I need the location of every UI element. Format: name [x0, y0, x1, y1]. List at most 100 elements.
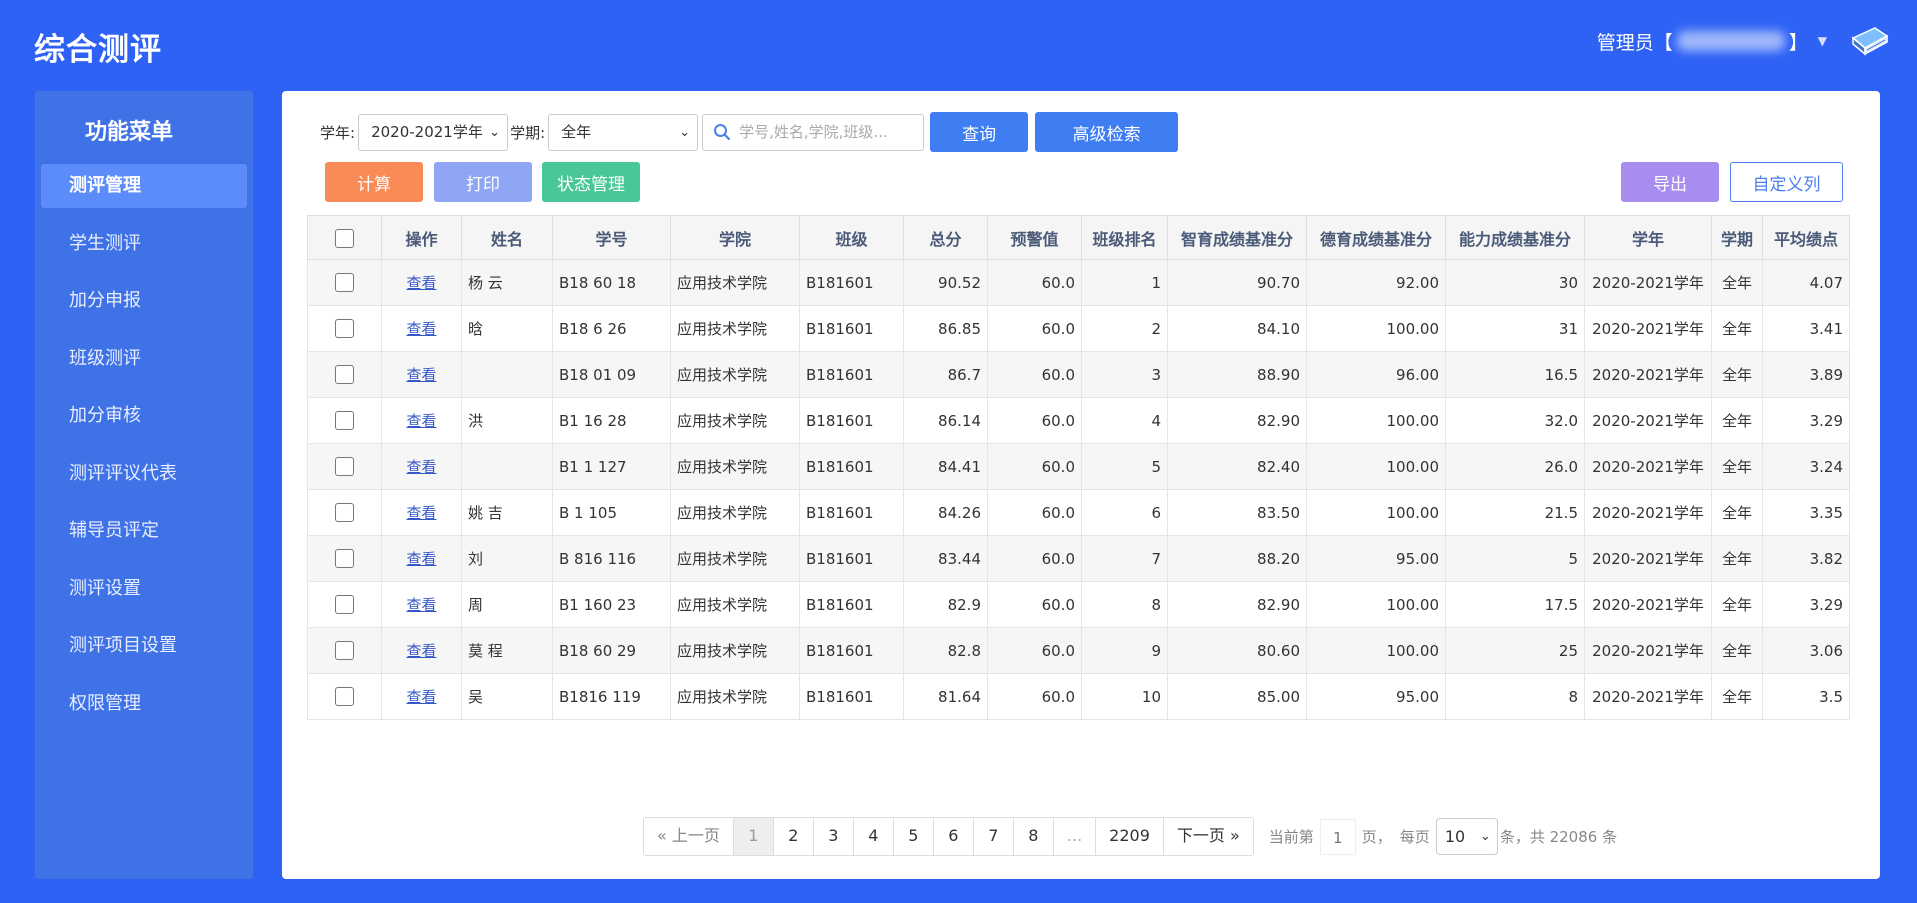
view-link[interactable]: 查看 [406, 412, 436, 430]
table-row: 查看 周 B1 160 23 应用技术学院 B181601 82.9 60.0 8 82.90 1… [307, 581, 1850, 628]
cell-zhiyu: 83.50 [1167, 489, 1307, 536]
sidebar-item-review-representatives[interactable]: 测评评议代表 [41, 452, 247, 496]
cell-total: 82.8 [903, 627, 988, 674]
row-checkbox[interactable] [335, 549, 354, 568]
status-management-button[interactable]: 状态管理 [542, 162, 640, 202]
export-button[interactable]: 导出 [1621, 162, 1719, 202]
cell-total: 86.7 [903, 351, 988, 398]
cell-name: 莫 程 [461, 627, 553, 674]
print-button[interactable]: 打印 [434, 162, 532, 202]
row-checkbox[interactable] [335, 365, 354, 384]
row-checkbox[interactable] [335, 411, 354, 430]
column-header[interactable]: 能力成绩基准分 [1445, 215, 1585, 260]
page-button-3[interactable]: 3 [813, 818, 854, 855]
column-header[interactable]: 班级排名 [1081, 215, 1168, 260]
cell-rank-text: 2 [1151, 319, 1161, 338]
row-checkbox[interactable] [335, 273, 354, 292]
user-menu[interactable]: 管理员【 】 ▼ [1597, 24, 1891, 58]
page-button-5[interactable]: 5 [893, 818, 934, 855]
cell-zhiyu: 88.90 [1167, 351, 1307, 398]
column-header[interactable]: 智育成绩基准分 [1167, 215, 1307, 260]
column-header[interactable]: 预警值 [987, 215, 1082, 260]
cell-name: 周 [461, 581, 553, 628]
column-header[interactable]: 操作 [381, 215, 462, 260]
view-link[interactable]: 查看 [406, 458, 436, 476]
row-checkbox[interactable] [335, 595, 354, 614]
cell-name: 晗 [461, 305, 553, 352]
cell-class: B181601 [799, 489, 904, 536]
cell-warn-text: 60.0 [1041, 411, 1075, 430]
cell-zhiyu: 82.90 [1167, 397, 1307, 444]
sidebar-item-class-evaluation[interactable]: 班级测评 [41, 337, 247, 381]
row-checkbox[interactable] [335, 503, 354, 522]
cell-class-text: B181601 [806, 457, 874, 476]
view-link[interactable]: 查看 [406, 550, 436, 568]
search-input[interactable] [739, 123, 915, 141]
cell-warn-text: 60.0 [1041, 687, 1075, 706]
row-checkbox[interactable] [335, 319, 354, 338]
cell-gpa-text: 3.24 [1809, 457, 1843, 476]
page-size-select[interactable]: 10 ⌄ [1435, 818, 1498, 855]
cell-deyu-text: 96.00 [1396, 365, 1439, 384]
view-link[interactable]: 查看 [406, 596, 436, 614]
sidebar-item-permissions[interactable]: 权限管理 [41, 682, 247, 726]
cell-deyu: 100.00 [1306, 581, 1446, 628]
cell-year-text: 2020-2021学年 [1592, 504, 1704, 522]
cell-action: 查看 [381, 305, 462, 352]
cell-zhiyu: 88.20 [1167, 535, 1307, 582]
row-checkbox[interactable] [335, 687, 354, 706]
column-header[interactable]: 姓名 [461, 215, 553, 260]
calculate-button[interactable]: 计算 [325, 162, 423, 202]
custom-columns-button[interactable]: 自定义列 [1730, 162, 1843, 202]
column-header[interactable]: 平均绩点 [1762, 215, 1850, 260]
advanced-search-button[interactable]: 高级检索 [1035, 112, 1179, 152]
page-button-7[interactable]: 7 [973, 818, 1014, 855]
row-checkbox[interactable] [335, 641, 354, 660]
sidebar-item-bonus-review[interactable]: 加分审核 [41, 394, 247, 438]
prev-page-button[interactable]: « 上一页 [644, 818, 734, 855]
view-link[interactable]: 查看 [406, 366, 436, 384]
column-header[interactable]: 班级 [799, 215, 904, 260]
page-button-4[interactable]: 4 [853, 818, 894, 855]
page-button-8[interactable]: 8 [1013, 818, 1054, 855]
page-button-2[interactable]: 2 [773, 818, 814, 855]
page-button-last[interactable]: 2209 [1096, 818, 1164, 855]
row-checkbox[interactable] [335, 457, 354, 476]
cell-class-text: B181601 [806, 549, 874, 568]
sidebar-item-bonus-declaration[interactable]: 加分申报 [41, 279, 247, 323]
view-link[interactable]: 查看 [406, 320, 436, 338]
cell-year: 2020-2021学年 [1584, 581, 1712, 628]
column-header[interactable]: 学号 [552, 215, 671, 260]
sidebar-item-evaluation-settings[interactable]: 测评设置 [41, 567, 247, 611]
current-page-input[interactable]: 1 [1319, 818, 1356, 855]
sidebar-item-counselor-assessment[interactable]: 辅导员评定 [41, 509, 247, 553]
query-button[interactable]: 查询 [930, 112, 1029, 152]
cell-total-text: 84.41 [938, 457, 981, 476]
cell-deyu-text: 100.00 [1386, 503, 1440, 522]
sidebar-item-evaluation-management[interactable]: 测评管理 [41, 164, 247, 208]
cell-zhiyu: 85.00 [1167, 673, 1307, 720]
cell-total: 83.44 [903, 535, 988, 582]
view-link[interactable]: 查看 [406, 274, 436, 292]
view-link[interactable]: 查看 [406, 504, 436, 522]
column-header[interactable]: 总分 [903, 215, 988, 260]
cell-warn-text: 60.0 [1041, 641, 1075, 660]
view-link[interactable]: 查看 [406, 688, 436, 706]
column-header[interactable]: 学期 [1711, 215, 1763, 260]
sidebar-item-item-settings[interactable]: 测评项目设置 [41, 624, 247, 668]
column-header[interactable]: 学院 [670, 215, 800, 260]
term-select[interactable]: 全年 ⌄ [548, 113, 699, 151]
sidebar-item-student-evaluation[interactable]: 学生测评 [41, 222, 247, 266]
cell-id: B18 60 29 [552, 627, 671, 674]
view-link[interactable]: 查看 [406, 642, 436, 660]
column-header[interactable]: 学年 [1584, 215, 1712, 260]
page-button-1[interactable]: 1 [733, 818, 774, 855]
chevron-down-icon[interactable]: ▼ [1818, 34, 1827, 48]
next-page-button[interactable]: 下一页 » [1163, 818, 1253, 855]
book-icon[interactable] [1849, 24, 1891, 58]
select-all-checkbox[interactable] [335, 228, 354, 248]
page-button-6[interactable]: 6 [933, 818, 974, 855]
column-header[interactable]: 德育成绩基准分 [1306, 215, 1446, 260]
year-select[interactable]: 2020-2021学年 ⌄ [358, 113, 509, 151]
cell-gpa: 3.24 [1762, 443, 1850, 490]
